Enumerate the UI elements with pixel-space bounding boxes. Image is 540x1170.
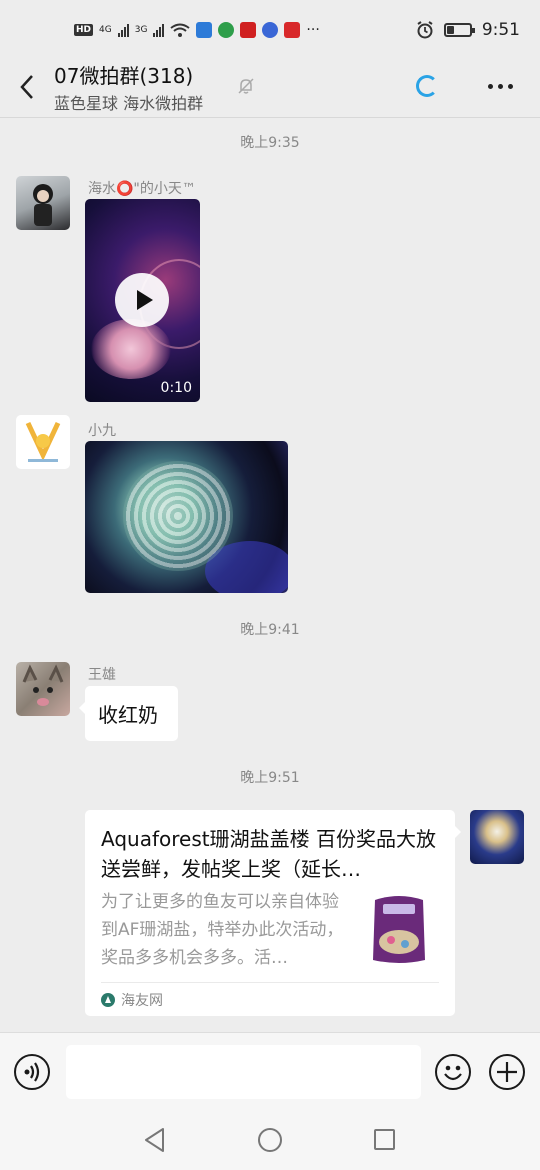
status-bar: HD 4G 3G ··· 9:51 <box>0 0 540 60</box>
nav-home-icon[interactable] <box>258 1128 282 1152</box>
play-icon[interactable] <box>115 273 169 327</box>
clock: 9:51 <box>481 20 520 40</box>
nav-back-icon[interactable] <box>143 1127 167 1153</box>
avatar[interactable] <box>16 415 70 469</box>
hd-badge: HD <box>74 24 94 36</box>
signal-icon <box>117 23 129 37</box>
source-logo-icon <box>101 993 115 1007</box>
timestamp: 晚上9:51 <box>240 770 300 786</box>
text-message-bubble[interactable]: 收红奶 <box>79 686 178 741</box>
avatar-self[interactable] <box>470 810 524 864</box>
back-icon[interactable] <box>14 72 42 102</box>
timestamp: 晚上9:35 <box>240 135 300 151</box>
message-text: 收红奶 <box>98 703 158 727</box>
app-notification-icon <box>262 22 279 38</box>
video-duration: 0:10 <box>160 380 192 396</box>
divider <box>101 982 439 983</box>
link-card-description: 为了让更多的鱼友可以亲自体验到AF珊湖盐，特举办此次活动，奖品多多机会多多。活… <box>101 892 344 968</box>
app-notification-icon <box>240 22 257 38</box>
plus-icon[interactable] <box>489 1054 525 1090</box>
video-thumbnail-decor <box>91 319 171 379</box>
message-input[interactable] <box>66 1045 421 1099</box>
system-nav-bar <box>0 1112 540 1170</box>
image-decor <box>123 461 233 571</box>
sender-name: 海水⭕"的小天™ <box>88 181 196 197</box>
voice-input-icon[interactable] <box>14 1054 50 1090</box>
sender-name: 小九 <box>88 423 116 439</box>
product-thumbnail-icon <box>373 896 425 963</box>
app-notification-icon <box>196 22 213 38</box>
alarm-icon <box>417 21 433 39</box>
signal-icon <box>153 23 165 37</box>
sender-name: 王雄 <box>88 667 116 683</box>
network-3g-label: 3G <box>134 25 148 35</box>
loading-spinner-icon <box>416 75 438 97</box>
chat-title: 07微拍群(318) <box>54 64 194 88</box>
timestamp: 晚上9:41 <box>240 622 300 638</box>
mute-bell-icon <box>238 78 254 94</box>
emoji-icon[interactable] <box>435 1054 471 1090</box>
nav-recents-icon[interactable] <box>374 1129 395 1150</box>
network-4g-label: 4G <box>99 25 112 35</box>
avatar-v-logo-icon <box>25 421 61 462</box>
chat-subtitle: 蓝色星球 海水微拍群 <box>54 94 204 113</box>
avatar[interactable] <box>16 176 70 230</box>
link-card-title: Aquaforest珊湖盐盖楼 百份奖品大放送尝鲜，发帖奖上奖（延长… <box>101 827 436 881</box>
avatar[interactable] <box>16 662 70 716</box>
app-notification-icon <box>218 22 235 38</box>
app-notification-icon <box>284 22 301 38</box>
link-source: 海友网 <box>101 990 163 1010</box>
avatar-cat-icon <box>22 664 64 706</box>
input-bar <box>0 1032 540 1112</box>
more-notifications-icon: ··· <box>306 22 320 38</box>
more-options-icon[interactable] <box>488 84 513 89</box>
avatar-figure-icon <box>33 184 53 226</box>
wifi-icon <box>170 23 191 37</box>
link-card-message[interactable]: Aquaforest珊湖盐盖楼 百份奖品大放送尝鲜，发帖奖上奖（延长… 为了让更… <box>85 810 461 1016</box>
battery-icon <box>443 23 475 37</box>
chat-header: 07微拍群(318) 蓝色星球 海水微拍群 <box>0 60 540 118</box>
link-source-name: 海友网 <box>121 993 163 1009</box>
image-message[interactable] <box>85 441 288 593</box>
video-message[interactable]: 0:10 <box>85 199 200 402</box>
